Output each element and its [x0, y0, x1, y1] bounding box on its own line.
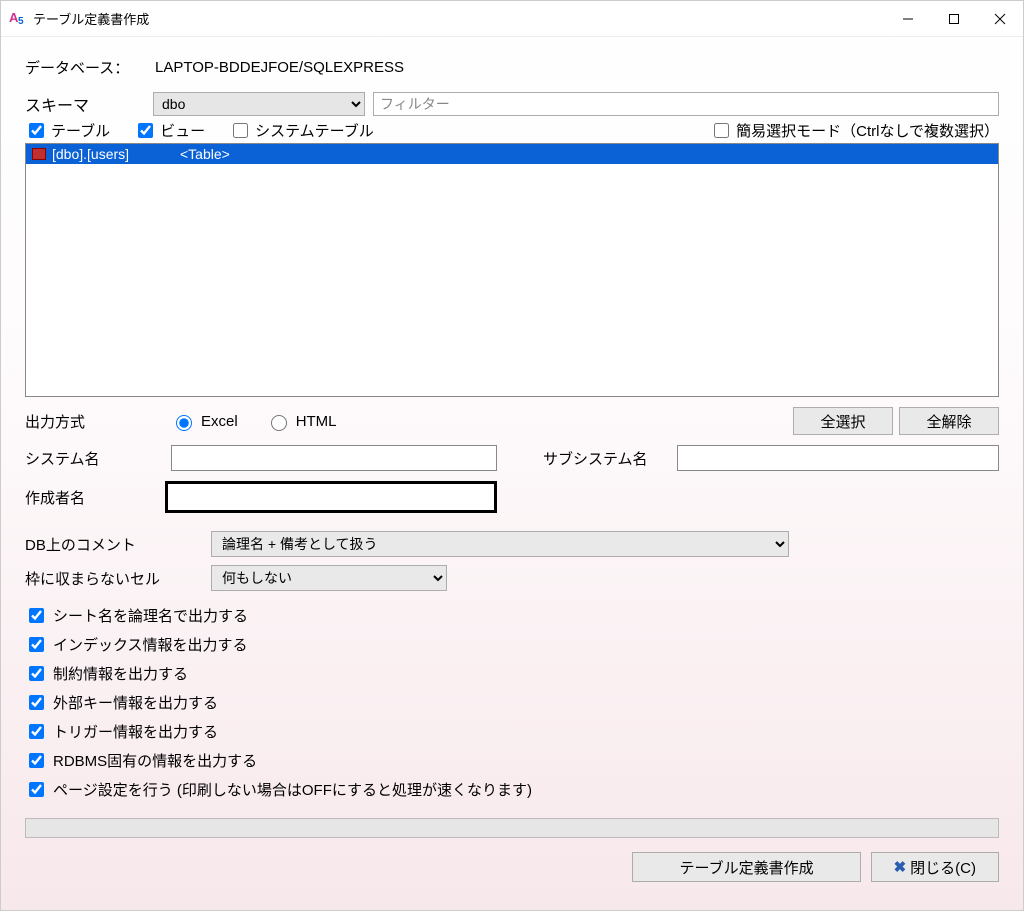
option-constraint-info[interactable]: 制約情報を出力する	[25, 663, 999, 684]
list-item-object: [dbo].[users]	[52, 146, 174, 162]
filter-input[interactable]	[373, 92, 999, 116]
option-page-setup[interactable]: ページ設定を行う (印刷しない場合はOFFにすると処理が速くなります)	[25, 779, 999, 800]
option-foreign-key-info[interactable]: 外部キー情報を出力する	[25, 692, 999, 713]
subsystem-name-label: サブシステム名	[543, 448, 671, 469]
app-icon	[9, 10, 27, 28]
db-comment-select[interactable]: 論理名 + 備考として扱う	[211, 531, 789, 557]
close-icon: ✖	[894, 858, 907, 876]
schema-select[interactable]: dbo	[153, 92, 365, 116]
window-title: テーブル定義書作成	[33, 9, 149, 28]
output-label: 出力方式	[25, 411, 171, 432]
option-rdbms-info[interactable]: RDBMS固有の情報を出力する	[25, 750, 999, 771]
radio-excel[interactable]: Excel	[171, 412, 238, 431]
titlebar: テーブル定義書作成	[1, 1, 1023, 37]
option-index-info[interactable]: インデックス情報を出力する	[25, 634, 999, 655]
close-window-button[interactable]	[977, 1, 1023, 37]
schema-label: スキーマ	[25, 92, 151, 116]
database-value: LAPTOP-BDDEJFOE/SQLEXPRESS	[155, 59, 404, 76]
db-comment-label: DB上のコメント	[25, 534, 211, 555]
object-listbox[interactable]: [dbo].[users] <Table>	[25, 143, 999, 397]
overflow-cell-select[interactable]: 何もしない	[211, 565, 447, 591]
checkbox-simple-mode[interactable]: 簡易選択モード（Ctrlなしで複数選択）	[710, 120, 999, 141]
generate-button[interactable]: テーブル定義書作成	[632, 852, 860, 882]
system-name-label: システム名	[25, 448, 165, 469]
author-name-label: 作成者名	[25, 487, 165, 508]
list-item-type: <Table>	[180, 146, 230, 162]
list-item[interactable]: [dbo].[users] <Table>	[26, 144, 998, 164]
checkbox-view[interactable]: ビュー	[134, 120, 205, 141]
app-window: テーブル定義書作成 データベース： LAPTOP-BDDEJFOE/SQLEXP…	[0, 0, 1024, 911]
table-icon	[32, 148, 46, 160]
subsystem-name-input[interactable]	[677, 445, 999, 471]
deselect-all-button[interactable]: 全解除	[899, 407, 999, 435]
radio-html[interactable]: HTML	[266, 412, 337, 431]
checkbox-system-table[interactable]: システムテーブル	[229, 120, 374, 141]
minimize-button[interactable]	[885, 1, 931, 37]
select-all-button[interactable]: 全選択	[793, 407, 893, 435]
option-trigger-info[interactable]: トリガー情報を出力する	[25, 721, 999, 742]
overflow-cell-label: 枠に収まらないセル	[25, 568, 211, 589]
progress-bar	[25, 818, 999, 838]
option-sheet-logical-name[interactable]: シート名を論理名で出力する	[25, 605, 999, 626]
database-label: データベース：	[25, 57, 155, 78]
maximize-button[interactable]	[931, 1, 977, 37]
close-button[interactable]: ✖ 閉じる(C)	[871, 852, 999, 882]
checkbox-table[interactable]: テーブル	[25, 120, 110, 141]
system-name-input[interactable]	[171, 445, 497, 471]
author-name-input[interactable]	[165, 481, 497, 513]
